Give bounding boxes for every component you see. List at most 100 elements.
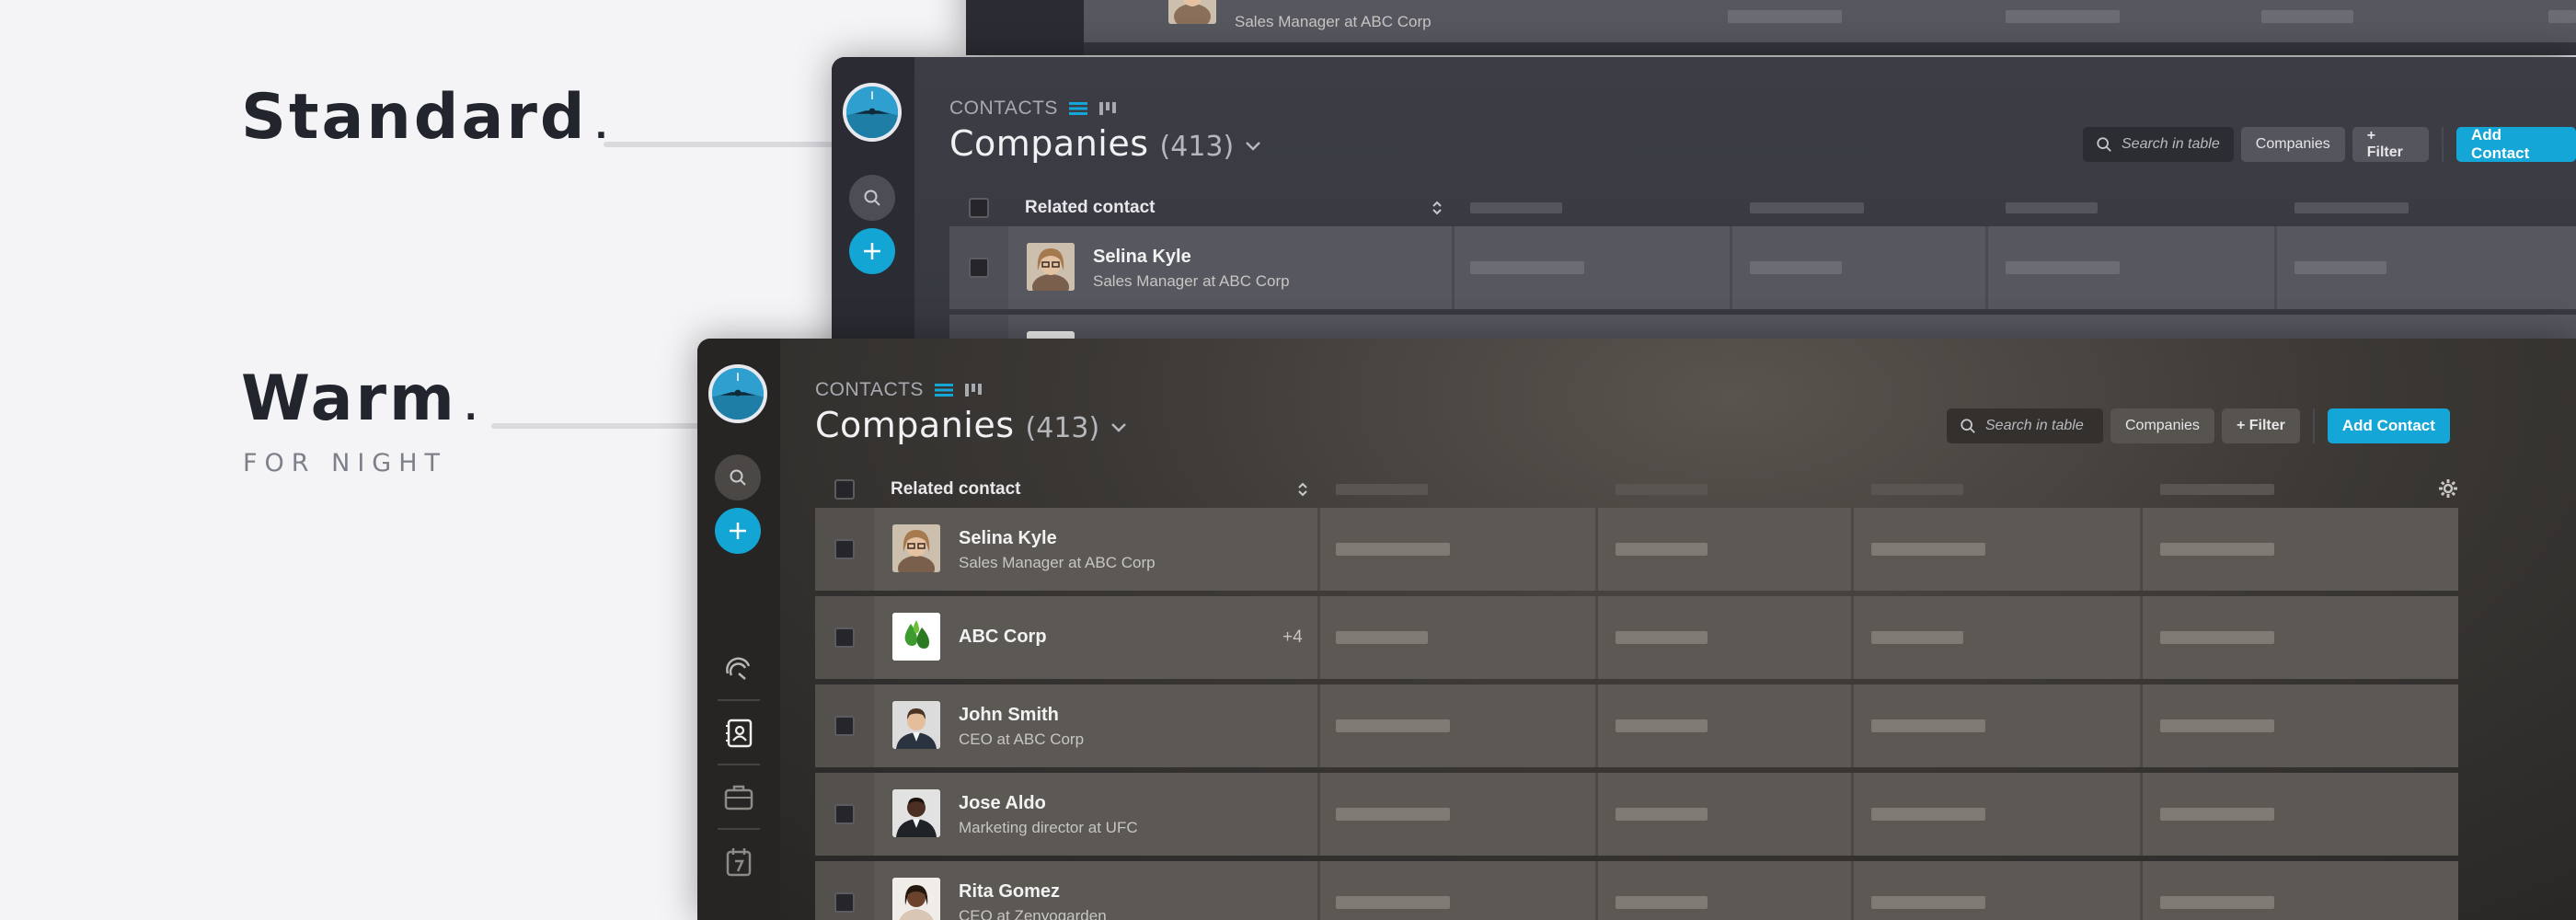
background-ph-1	[1728, 10, 1842, 23]
column-divider	[1851, 684, 1854, 767]
column-header-placeholder-4	[2294, 202, 2409, 213]
column-header-placeholder-4	[2160, 484, 2274, 495]
sidebar-calendar-icon[interactable]	[723, 846, 754, 878]
cell-placeholder	[2006, 261, 2120, 274]
table-search-input[interactable]: Search in table	[1947, 408, 2103, 443]
column-header-placeholder-2	[1616, 484, 1708, 495]
contact-name[interactable]: Rita Gomez	[959, 881, 1060, 903]
list-view-icon[interactable]	[1068, 101, 1087, 116]
avatar	[892, 701, 940, 749]
company-name[interactable]: ABC Corp	[959, 627, 1047, 648]
avatar	[892, 789, 940, 837]
column-divider	[1595, 684, 1598, 767]
plus-icon	[864, 243, 880, 259]
contact-title: Marketing director at UFC	[959, 819, 1138, 836]
board-view-icon[interactable]	[1098, 101, 1117, 116]
select-all-checkbox[interactable]	[969, 198, 989, 218]
filter-button[interactable]: + Filter	[2221, 408, 2300, 443]
row-checkbox[interactable]	[834, 892, 855, 913]
table-search-input[interactable]: Search in table	[2083, 127, 2234, 162]
sidebar-deals-icon[interactable]	[723, 782, 754, 813]
app-logo[interactable]	[708, 364, 767, 423]
row-checkbox[interactable]	[834, 804, 855, 824]
add-contact-button[interactable]: Add Contact	[2327, 408, 2450, 443]
page-title-row: Companies (413)	[815, 405, 1127, 445]
row-checkbox[interactable]	[969, 258, 989, 278]
sidebar-add-button[interactable]	[849, 228, 895, 274]
column-divider	[2140, 508, 2143, 591]
sort-icon[interactable]	[1432, 201, 1443, 215]
plus-icon	[730, 523, 746, 539]
column-divider	[1595, 596, 1598, 679]
list-view-icon[interactable]	[934, 383, 953, 397]
add-contact-button[interactable]: Add Contact	[2455, 126, 2576, 162]
gear-icon[interactable]	[2438, 478, 2458, 499]
column-divider	[1317, 508, 1320, 591]
column-divider	[1317, 596, 1320, 679]
column-divider	[2140, 773, 2143, 856]
column-header-related-contact[interactable]: Related contact	[891, 479, 1020, 500]
column-divider	[1452, 226, 1455, 309]
contact-name[interactable]: John Smith	[959, 705, 1059, 726]
table-header: Related contact	[949, 191, 2576, 224]
column-divider	[1851, 861, 1854, 920]
sidebar-search-button[interactable]	[849, 175, 895, 221]
company-logo	[892, 613, 940, 661]
search-icon	[2097, 137, 2111, 152]
cell-placeholder	[1616, 631, 1708, 644]
breadcrumb: CONTACTS	[815, 379, 983, 401]
column-divider	[1317, 684, 1320, 767]
row-checkbox[interactable]	[834, 716, 855, 736]
cell-placeholder	[1871, 896, 1985, 909]
cell-placeholder	[1750, 261, 1842, 274]
companies-button[interactable]: Companies	[2110, 408, 2214, 443]
column-divider	[2140, 596, 2143, 679]
contact-name[interactable]: Jose Aldo	[959, 793, 1046, 814]
related-count-badge[interactable]: +4	[1282, 627, 1303, 648]
background-row: Sales Manager at ABC Corp	[1084, 0, 2576, 42]
background-ph-4	[2548, 10, 2576, 23]
chevron-down-icon[interactable]	[1110, 422, 1127, 433]
column-divider	[1317, 773, 1320, 856]
contact-name[interactable]: Selina Kyle	[1093, 247, 1191, 268]
cell-placeholder	[1871, 808, 1985, 821]
background-ph-3	[2261, 10, 2353, 23]
column-divider	[1851, 596, 1854, 679]
sidebar-divider	[718, 828, 760, 830]
table-row[interactable]: Selina Kyle Sales Manager at ABC Corp	[815, 508, 2458, 591]
page-title: Companies	[949, 123, 1149, 164]
search-icon	[864, 190, 880, 206]
row-checkbox[interactable]	[834, 539, 855, 559]
search-icon	[1961, 419, 1975, 433]
sidebar-contacts-icon[interactable]	[723, 718, 754, 749]
sort-icon[interactable]	[1297, 482, 1308, 497]
column-header-related-contact[interactable]: Related contact	[1025, 198, 1155, 218]
row-checkbox[interactable]	[834, 627, 855, 648]
board-view-icon[interactable]	[964, 383, 983, 397]
contact-name[interactable]: Selina Kyle	[959, 528, 1057, 549]
column-divider	[1317, 861, 1320, 920]
sidebar-add-button[interactable]	[715, 508, 761, 554]
cell-placeholder	[2160, 808, 2274, 821]
cell-placeholder	[1470, 261, 1584, 274]
breadcrumb-label: CONTACTS	[815, 379, 924, 400]
cell-placeholder	[2160, 631, 2274, 644]
column-divider	[1851, 773, 1854, 856]
cell-placeholder	[1336, 631, 1428, 644]
table-row[interactable]: ABC Corp +4	[815, 596, 2458, 679]
table-row[interactable]: Selina Kyle Sales Manager at ABC Corp	[949, 226, 2576, 309]
table-row[interactable]: John Smith CEO at ABC Corp	[815, 684, 2458, 767]
select-all-checkbox[interactable]	[834, 479, 855, 500]
sidebar-search-button[interactable]	[715, 454, 761, 500]
column-header-placeholder-3	[2006, 202, 2098, 213]
filter-button[interactable]: + Filter	[2352, 127, 2430, 162]
table-row[interactable]: Jose Aldo Marketing director at UFC	[815, 773, 2458, 856]
column-divider	[2274, 226, 2277, 309]
sidebar-dashboard-icon[interactable]	[723, 653, 754, 684]
row-checkbox-cell	[815, 508, 874, 591]
contact-title: CEO at ABC Corp	[959, 730, 1085, 748]
app-logo[interactable]	[843, 83, 902, 142]
companies-button[interactable]: Companies	[2240, 127, 2345, 162]
chevron-down-icon[interactable]	[1245, 141, 1261, 152]
table-row[interactable]: Rita Gomez CEO at Zenyogarden	[815, 861, 2458, 920]
